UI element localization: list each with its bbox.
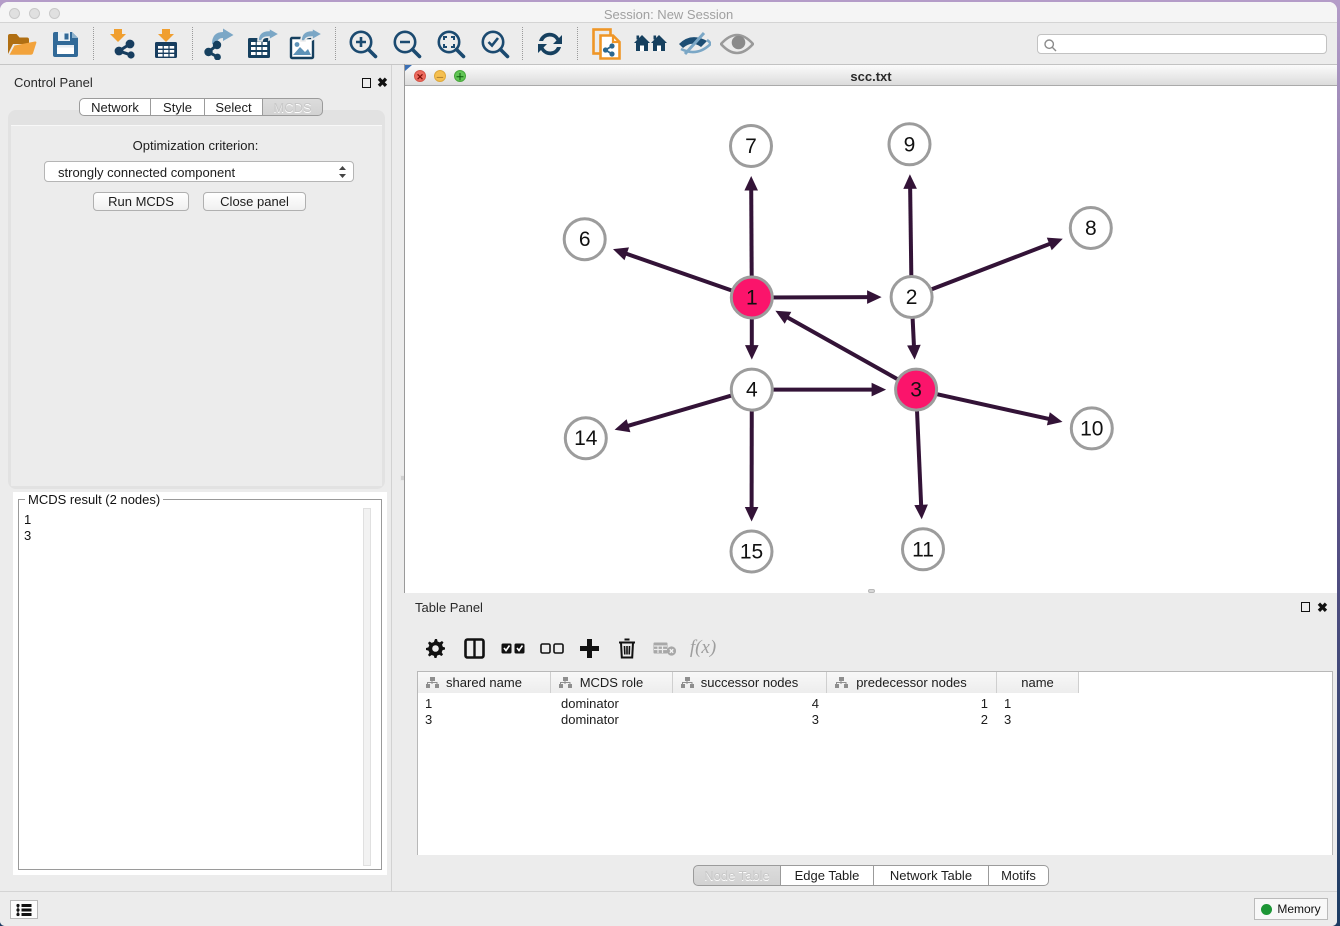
svg-text:15: 15 <box>740 541 763 564</box>
svg-text:9: 9 <box>904 133 916 156</box>
svg-text:14: 14 <box>574 427 598 450</box>
svg-text:7: 7 <box>745 135 757 158</box>
svg-text:3: 3 <box>910 379 922 402</box>
svg-text:6: 6 <box>579 228 591 251</box>
svg-text:10: 10 <box>1080 417 1103 440</box>
svg-text:1: 1 <box>746 287 758 310</box>
svg-text:8: 8 <box>1085 217 1097 240</box>
svg-text:11: 11 <box>912 538 934 561</box>
svg-text:4: 4 <box>746 379 758 402</box>
svg-text:2: 2 <box>906 286 918 309</box>
